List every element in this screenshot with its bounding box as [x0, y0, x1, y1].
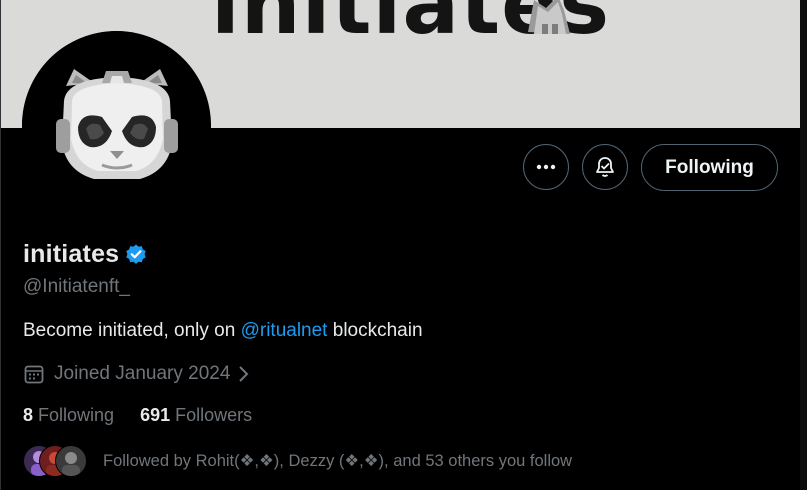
notifications-button[interactable] — [582, 144, 628, 190]
bio-mention-link[interactable]: @ritualnet — [241, 320, 328, 341]
chevron-right-icon — [237, 364, 251, 384]
profile-bio: Become initiated, only on @ritualnet blo… — [23, 320, 423, 342]
followed-by-text: Followed by Rohit(❖,❖), Dezzy (❖,❖), and… — [103, 452, 573, 470]
following-stat-link[interactable]: 8 Following — [23, 405, 114, 426]
following-label: Following — [38, 405, 115, 425]
scrollbar-track[interactable] — [800, 0, 807, 490]
following-count: 8 — [23, 405, 34, 425]
joined-date-link[interactable]: Joined January 2024 — [23, 363, 251, 385]
profile-stats: 8 Following 691 Followers — [23, 405, 252, 426]
calendar-icon — [23, 363, 45, 385]
verified-badge-icon[interactable] — [124, 243, 148, 267]
followers-count: 691 — [140, 405, 171, 425]
name-row: initiates — [23, 240, 148, 269]
display-name: initiates — [23, 240, 120, 268]
followers-label: Followers — [175, 405, 253, 425]
following-button[interactable]: Following — [641, 144, 778, 191]
bell-check-icon — [596, 157, 614, 177]
followers-stat-link[interactable]: 691 Followers — [140, 405, 252, 426]
more-horizontal-icon — [536, 164, 556, 170]
more-button[interactable] — [523, 144, 569, 190]
mutual-followers-avatars — [23, 445, 87, 477]
bio-text-suffix: blockchain — [327, 320, 423, 341]
profile-actions: Following — [0, 144, 807, 192]
followed-by-link[interactable]: Followed by Rohit(❖,❖), Dezzy (❖,❖), and… — [23, 445, 572, 477]
joined-date-text: Joined January 2024 — [54, 363, 231, 384]
mutual-avatar — [55, 445, 87, 477]
banner-robot-figure — [528, 0, 570, 34]
user-handle: @Initiatenft_ — [23, 276, 130, 297]
bio-text-prefix: Become initiated, only on — [23, 320, 241, 341]
